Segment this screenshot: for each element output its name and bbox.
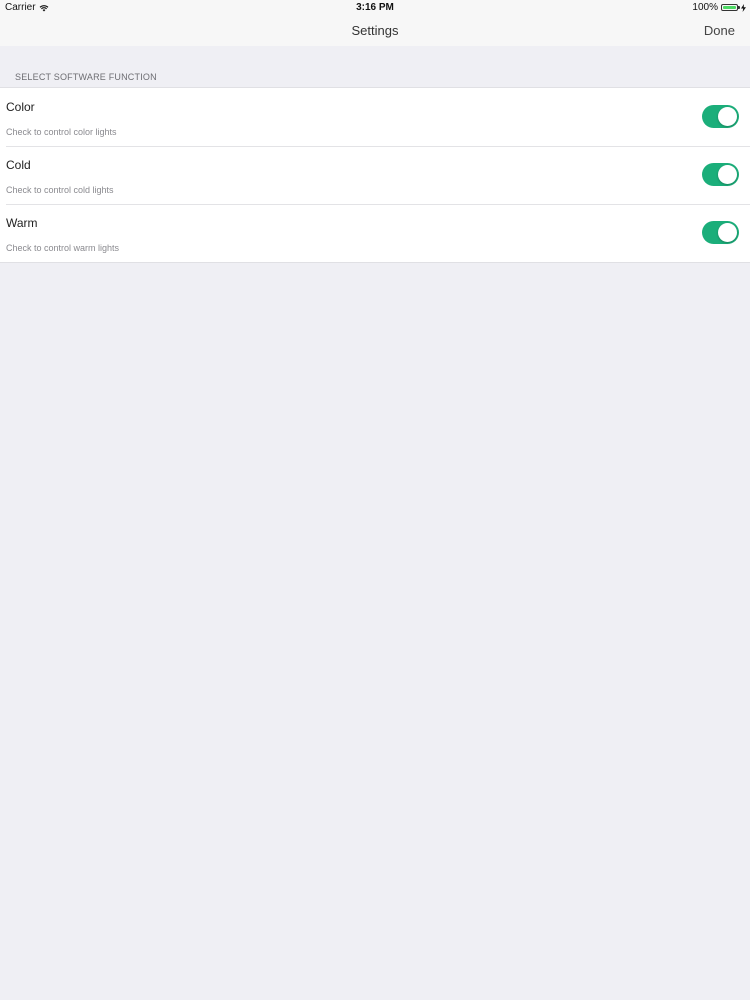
charging-bolt-icon <box>741 3 746 12</box>
done-button[interactable]: Done <box>704 23 735 38</box>
toggle-knob <box>718 165 737 184</box>
status-time: 3:16 PM <box>356 2 394 13</box>
setting-row-color: Color Check to control color lights <box>0 88 750 146</box>
toggle-knob <box>718 223 737 242</box>
setting-subtitle: Check to control cold lights <box>6 185 114 195</box>
color-toggle[interactable] <box>702 105 739 128</box>
cold-toggle[interactable] <box>702 163 739 186</box>
page-title: Settings <box>351 23 399 38</box>
navigation-bar: Settings Done <box>0 16 750 46</box>
battery-percent: 100% <box>692 2 718 13</box>
status-bar: Carrier 3:16 PM 100% <box>0 0 750 16</box>
battery-fill <box>723 6 736 9</box>
setting-row-cold: Cold Check to control cold lights <box>0 146 750 204</box>
settings-list: Color Check to control color lights Cold… <box>0 87 750 263</box>
setting-subtitle: Check to control color lights <box>6 127 117 137</box>
battery-cap <box>738 6 740 9</box>
status-right: 100% <box>692 2 746 13</box>
toggle-knob <box>718 107 737 126</box>
setting-row-warm: Warm Check to control warm lights <box>0 204 750 262</box>
warm-toggle[interactable] <box>702 221 739 244</box>
settings-screen: Carrier 3:16 PM 100% Settings Done SELEC… <box>0 0 750 1000</box>
setting-title: Color <box>6 100 35 114</box>
setting-subtitle: Check to control warm lights <box>6 243 120 253</box>
setting-title: Cold <box>6 158 31 172</box>
battery-icon <box>721 4 740 11</box>
setting-title: Warm <box>6 216 38 230</box>
section-header: SELECT SOFTWARE FUNCTION <box>15 72 157 82</box>
